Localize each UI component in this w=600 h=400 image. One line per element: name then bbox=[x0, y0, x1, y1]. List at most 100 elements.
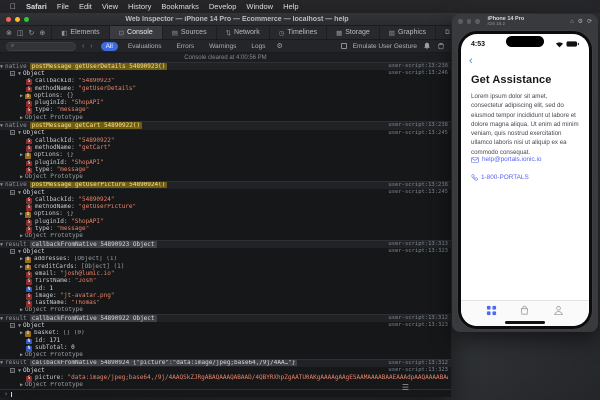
object-prototype-row[interactable]: ▶ Object Prototype bbox=[0, 233, 451, 240]
log-header-row[interactable]: ▼ native postMessage getUserDetails 548909… bbox=[0, 63, 451, 71]
menu-item-app[interactable]: Safari bbox=[26, 2, 47, 11]
inspector-titlebar[interactable]: Web Inspector — iPhone 14 Pro — Ecommerc… bbox=[0, 13, 451, 26]
expand-caret-icon[interactable]: ▶ bbox=[20, 382, 23, 388]
console-settings-gear-icon[interactable]: ⚙ bbox=[276, 42, 282, 50]
apple-menu-icon[interactable]:  bbox=[10, 0, 16, 13]
tab-console[interactable]: ⊡ Console bbox=[108, 26, 162, 39]
window-controls[interactable] bbox=[6, 16, 29, 22]
log-header-row[interactable]: ▼ result callbackFromNative 54890923 Objec… bbox=[0, 241, 451, 249]
object-property-row[interactable]: NsubTotal: 0 bbox=[0, 344, 451, 352]
menu-item-history[interactable]: History bbox=[128, 2, 151, 11]
object-property-row[interactable]: Spicture: "data:image/jpeg;base64,/9j/4A… bbox=[0, 374, 451, 382]
source-link[interactable]: user-script:13:238 bbox=[388, 63, 448, 70]
source-link[interactable]: user-script:13:245 bbox=[388, 130, 448, 137]
device-target-icon[interactable]: ⊕ bbox=[39, 29, 45, 37]
expand-caret-icon[interactable]: ▼ bbox=[0, 242, 3, 248]
expand-caret-icon[interactable]: ▼ bbox=[18, 190, 21, 196]
source-link[interactable]: user-script:13:312 bbox=[388, 360, 448, 367]
dock-side-icon[interactable]: ◫ bbox=[17, 29, 24, 37]
scope-warnings[interactable]: Warnings bbox=[204, 42, 241, 51]
object-property-row[interactable]: SmethodName: "getUserPicture" bbox=[0, 204, 451, 211]
object-property-row[interactable]: Stype: "message" bbox=[0, 107, 451, 115]
object-prototype-row[interactable]: ▶ Object Prototype bbox=[0, 173, 451, 180]
tab-elements[interactable]: ◧ Elements bbox=[51, 26, 108, 39]
expand-caret-icon[interactable]: ▼ bbox=[0, 360, 3, 366]
object-property-row[interactable]: ScallbackId: "54890922" bbox=[0, 137, 451, 145]
tab-network[interactable]: ⇅ Network bbox=[215, 26, 269, 39]
tab-layers[interactable]: ⧉Layers bbox=[434, 26, 451, 39]
expand-caret-icon[interactable]: ▶ bbox=[20, 115, 23, 121]
object-root-row[interactable]: ≡ ▼ Object user-script:13:246 bbox=[0, 70, 451, 77]
back-chevron-icon[interactable]: ‹ bbox=[469, 56, 473, 67]
bell-icon[interactable] bbox=[423, 42, 431, 50]
log-header-row[interactable]: ▼ native postMessage getCart 54890922() use… bbox=[0, 122, 451, 130]
sim-rotate-icon[interactable]: ⟳ bbox=[587, 18, 592, 25]
object-property-row[interactable]: SmethodName: "getCart" bbox=[0, 144, 451, 152]
source-link[interactable]: user-script:13:238 bbox=[388, 122, 448, 129]
scope-logs[interactable]: Logs bbox=[246, 42, 270, 51]
expand-caret-icon[interactable]: ▼ bbox=[18, 71, 21, 77]
console-prompt[interactable]: › bbox=[0, 390, 451, 397]
expand-caret-icon[interactable]: ▼ bbox=[18, 249, 21, 255]
trash-icon[interactable] bbox=[437, 42, 445, 50]
scope-errors[interactable]: Errors bbox=[171, 42, 199, 51]
object-property-row[interactable]: ▶ Ooptions: {} bbox=[0, 92, 451, 100]
expand-caret-icon[interactable]: ▶ bbox=[20, 152, 23, 158]
object-prototype-row[interactable]: ▶ Object Prototype bbox=[0, 114, 451, 121]
close-inspector-icon[interactable]: ⊗ bbox=[6, 29, 12, 37]
sim-close-button[interactable] bbox=[458, 19, 463, 24]
console-filter-input[interactable]: ⌕ bbox=[6, 41, 76, 51]
tab-storage[interactable]: ▦ Storage bbox=[326, 26, 379, 39]
emulate-user-gesture-checkbox[interactable] bbox=[340, 43, 347, 49]
tab-shopping-bag-icon[interactable] bbox=[519, 305, 530, 316]
object-prototype-row[interactable]: ▶ Object Prototype bbox=[0, 382, 451, 389]
source-link[interactable]: user-script:13:312 bbox=[388, 315, 448, 322]
reload-icon[interactable]: ↻ bbox=[29, 29, 35, 37]
object-property-row[interactable]: SfirstName: "Josh" bbox=[0, 278, 451, 285]
expand-caret-icon[interactable]: ▶ bbox=[20, 256, 23, 262]
menu-item-edit[interactable]: Edit bbox=[79, 2, 92, 11]
object-property-row[interactable]: Semail: "josh@lumic.io" bbox=[0, 270, 451, 278]
object-property-row[interactable]: ScallbackId: "54890923" bbox=[0, 78, 451, 85]
source-link[interactable]: user-script:13:323 bbox=[388, 248, 448, 255]
hamburger-icon[interactable]: ☰ bbox=[402, 383, 409, 392]
expand-caret-icon[interactable]: ▶ bbox=[20, 233, 23, 239]
object-root-row[interactable]: ≡ ▼ Object user-script:13:323 bbox=[0, 322, 451, 329]
menu-item-file[interactable]: File bbox=[57, 2, 69, 11]
log-header-row[interactable]: ▼ native postMessage getUserPicture 548909… bbox=[0, 181, 451, 190]
expand-caret-icon[interactable]: ▶ bbox=[20, 264, 23, 270]
object-property-row[interactable]: SpluginId: "ShopAPI" bbox=[0, 218, 451, 226]
object-property-row[interactable]: Simage: "jt-avatar.png" bbox=[0, 292, 451, 300]
sim-minimize-button[interactable] bbox=[466, 19, 471, 24]
object-prototype-row[interactable]: ▶ Object Prototype bbox=[0, 352, 451, 359]
object-property-row[interactable]: ▶ Ooptions: {} bbox=[0, 211, 451, 219]
source-link[interactable]: user-script:13:323 bbox=[388, 367, 448, 374]
tab-graphics[interactable]: ▧ Graphics bbox=[378, 26, 435, 39]
object-root-row[interactable]: ≡ ▼ Object user-script:13:323 bbox=[0, 248, 451, 255]
object-root-row[interactable]: ≡ ▼ Object user-script:13:245 bbox=[0, 189, 451, 196]
expand-caret-icon[interactable]: ▶ bbox=[20, 307, 23, 313]
scope-all[interactable]: All bbox=[100, 41, 118, 51]
expand-caret-icon[interactable]: ▶ bbox=[20, 211, 23, 217]
object-property-row[interactable]: ▶ OcreditCards: [Object] (1) bbox=[0, 263, 451, 271]
console-log-area[interactable]: Console cleared at 4:00:56 PM ▼ native pos… bbox=[0, 53, 451, 397]
object-property-row[interactable]: SpluginId: "ShopAPI" bbox=[0, 159, 451, 167]
object-property-row[interactable]: ▶ Obasket: [] (0) bbox=[0, 330, 451, 337]
object-property-row[interactable]: ScallbackId: "54890924" bbox=[0, 196, 451, 204]
sim-zoom-button[interactable] bbox=[475, 19, 480, 24]
source-link[interactable]: user-script:13:323 bbox=[388, 322, 448, 329]
expand-caret-icon[interactable]: ▼ bbox=[0, 123, 3, 129]
prev-next-icons[interactable]: ‹ › bbox=[82, 43, 95, 50]
object-property-row[interactable]: SmethodName: "getUserDetails" bbox=[0, 85, 451, 93]
object-property-row[interactable]: Nid: 171 bbox=[0, 337, 451, 345]
email-link[interactable]: help@portals.ionic.io bbox=[471, 156, 541, 163]
expand-caret-icon[interactable]: ▼ bbox=[18, 368, 21, 374]
menu-item-bookmarks[interactable]: Bookmarks bbox=[161, 2, 199, 11]
menu-item-window[interactable]: Window bbox=[246, 2, 273, 11]
home-indicator[interactable] bbox=[505, 321, 545, 324]
sim-settings-icon[interactable]: ⚙ bbox=[578, 18, 583, 25]
object-property-row[interactable]: SlastName: "Thomas" bbox=[0, 300, 451, 307]
expand-caret-icon[interactable]: ▼ bbox=[0, 64, 3, 70]
phone-link[interactable]: 1-800-PORTALS bbox=[471, 174, 529, 181]
minimize-window-button[interactable] bbox=[15, 16, 20, 22]
